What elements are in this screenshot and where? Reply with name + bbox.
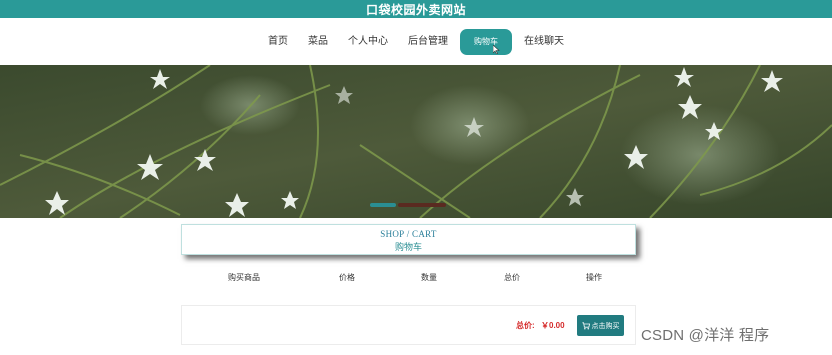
nav-item-admin[interactable]: 后台管理 [400,29,456,55]
total-value: ￥0.00 [541,321,565,330]
site-header: 口袋校园外卖网站 [0,0,832,18]
nav-item-cart[interactable]: 购物车 [460,28,512,55]
banner-image [0,65,832,218]
carousel-dot[interactable] [398,203,446,207]
column-header-price: 价格 [339,273,355,282]
buy-button[interactable]: 点击购买 [577,315,624,336]
carousel-dot-active[interactable] [370,203,396,207]
column-header-product: 购买商品 [228,273,260,282]
nav-item-dishes[interactable]: 菜品 [300,29,336,55]
section-heading: SHOP / CART 购物车 [181,224,636,255]
cart-icon [581,321,590,329]
nav-item-profile[interactable]: 个人中心 [340,29,396,55]
column-header-action: 操作 [586,273,602,282]
site-title: 口袋校园外卖网站 [365,2,466,17]
main-nav: 首页 菜品 个人中心 后台管理 购物车 在线聊天 [0,18,832,65]
mouse-pointer-icon [493,44,500,54]
hero-banner [0,65,832,218]
column-header-total: 总价 [504,273,520,282]
cart-table-header: 购买商品 价格 数量 总价 操作 [181,268,636,290]
cart-summary: 总价: ￥0.00 点击购买 [181,305,636,345]
buy-button-label: 点击购买 [591,322,620,330]
carousel-indicators [370,203,448,207]
nav-item-chat[interactable]: 在线聊天 [516,29,572,55]
column-header-quantity: 数量 [421,273,437,282]
watermark: CSDN @洋洋 程序 [641,327,770,344]
nav-item-home[interactable]: 首页 [260,29,296,55]
heading-english: SHOP / CART [380,229,437,239]
total-label: 总价: [516,321,535,330]
heading-chinese: 购物车 [394,242,422,252]
